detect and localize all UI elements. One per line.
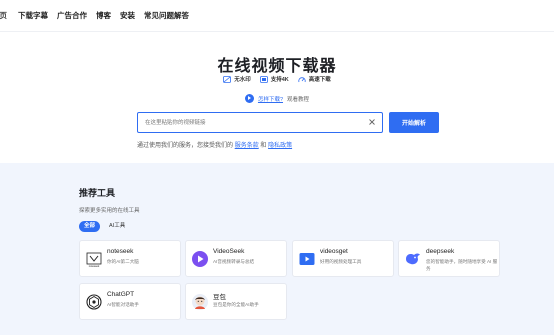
- tool-name: videosget: [320, 248, 348, 255]
- tools-tabs: 全部 AI工具: [79, 221, 130, 232]
- tool-name: deepseek: [426, 248, 455, 255]
- terms-prefix: 通过使用我们的服务，您接受我们的: [137, 143, 234, 149]
- tool-card-videosget[interactable]: videosget 好用的视频处理工具: [292, 240, 394, 277]
- nav-item-install[interactable]: 安装: [120, 10, 135, 21]
- howto-link[interactable]: 怎样下载?: [258, 95, 283, 103]
- tool-name: ChatGPT: [107, 291, 135, 298]
- nav-item-blog[interactable]: 博客: [96, 10, 111, 21]
- search-box: [137, 112, 383, 133]
- tools-title: 推荐工具: [79, 188, 116, 198]
- feature-label: 无水印: [234, 77, 251, 83]
- tool-desc: 豆包是你的全能AI助手: [213, 302, 259, 307]
- top-nav: 首页 下载字幕 广告合作 博客 安装 常见问题解答: [0, 0, 554, 32]
- noteseek-logo-icon: noteseek: [86, 252, 102, 268]
- terms-text: 通过使用我们的服务，您接受我们的 服务条款 和 隐私政策: [137, 140, 292, 149]
- deepseek-logo-icon: [406, 253, 420, 265]
- tool-desc: 好用的视频处理工具: [320, 259, 362, 264]
- tools-subtitle: 探索更多实用的在线工具: [79, 208, 140, 214]
- feature-4k: 支持4K: [259, 75, 289, 83]
- tab-all[interactable]: 全部: [79, 221, 101, 232]
- privacy-policy-link[interactable]: 隐私政策: [268, 143, 292, 149]
- videosget-logo-icon: [299, 253, 315, 265]
- tool-card-doubao[interactable]: 豆包 豆包是你的全能AI助手: [185, 283, 287, 320]
- chatgpt-logo-icon: [86, 294, 102, 310]
- tool-card-videoseek[interactable]: VideoSeek AI音视频转录与总结: [185, 240, 287, 277]
- 4k-icon: [259, 75, 268, 83]
- tool-desc: AI智能对话助手: [107, 302, 139, 307]
- tool-desc: 你的AI第二大脑: [107, 259, 139, 264]
- svg-text:noteseek: noteseek: [89, 264, 100, 268]
- howto-text: 观看教程: [287, 96, 310, 103]
- videoseek-logo-icon: [192, 251, 208, 267]
- no-watermark-icon: [223, 75, 232, 83]
- howto-row: 怎样下载? 观看教程: [0, 94, 554, 103]
- play-icon[interactable]: [244, 94, 254, 103]
- tool-card-deepseek[interactable]: deepseek 您的智能助手，随时随地享受 AI 服务: [398, 240, 500, 277]
- tab-ai-tools[interactable]: AI工具: [104, 221, 130, 232]
- terms-conjunction: 和: [260, 143, 267, 149]
- tool-card-noteseek[interactable]: noteseek noteseek 你的AI第二大脑: [79, 240, 181, 277]
- feature-list: 无水印 支持4K 高速下载: [0, 75, 554, 83]
- speed-icon: [298, 76, 306, 82]
- nav-item-ads[interactable]: 广告合作: [57, 10, 87, 21]
- feature-label: 支持4K: [270, 77, 289, 83]
- tool-desc: AI音视频转录与总结: [213, 259, 255, 264]
- video-url-input[interactable]: [138, 113, 358, 132]
- nav-item-faq[interactable]: 常见问题解答: [144, 10, 189, 21]
- feature-no-watermark: 无水印: [223, 75, 251, 83]
- tool-name: 豆包: [213, 294, 226, 301]
- page-title: 在线视频下载器: [217, 58, 337, 75]
- feature-label: 高速下载: [308, 77, 331, 83]
- tool-desc: 您的智能助手，随时随地享受 AI 服务: [426, 259, 498, 271]
- tool-card-chatgpt[interactable]: ChatGPT AI智能对话助手: [79, 283, 181, 320]
- clear-icon[interactable]: [368, 118, 376, 126]
- terms-of-service-link[interactable]: 服务条款: [235, 143, 259, 149]
- feature-speed: 高速下载: [298, 75, 331, 83]
- tool-name: VideoSeek: [213, 248, 245, 255]
- nav-item-subtitles[interactable]: 下载字幕: [18, 10, 48, 21]
- parse-button[interactable]: 开始解析: [389, 112, 439, 133]
- tool-name: noteseek: [107, 248, 134, 255]
- doubao-logo-icon: [192, 294, 208, 310]
- nav-item-home[interactable]: 首页: [0, 10, 7, 21]
